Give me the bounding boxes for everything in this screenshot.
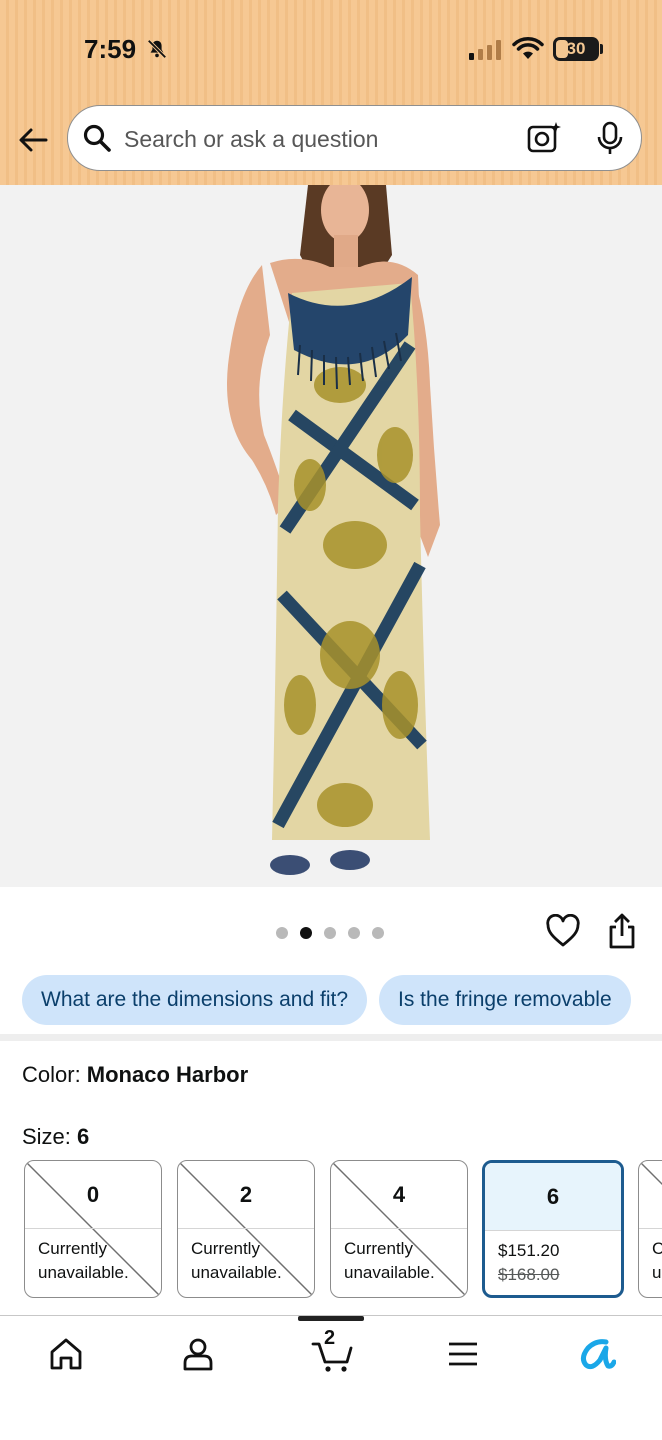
battery-icon: 30 <box>553 37 599 61</box>
size-selection: Size: 6 <box>22 1124 89 1150</box>
account-icon[interactable] <box>178 1334 218 1374</box>
cellular-signal-icon <box>469 40 501 60</box>
size-tile-4[interactable]: 4 Currently unavailable. <box>330 1160 468 1298</box>
pagination-dot-active[interactable] <box>300 927 312 939</box>
dress-model-illustration <box>227 185 440 875</box>
availability-line2: unavailable. <box>191 1263 282 1282</box>
pagination-dot[interactable] <box>276 927 288 939</box>
menu-icon[interactable] <box>443 1334 483 1374</box>
availability-line1: Currently <box>38 1239 107 1258</box>
microphone-icon[interactable] <box>596 121 624 155</box>
size-options: 0 Currently unavailable. 2 Currently unava… <box>24 1160 662 1298</box>
wifi-icon <box>512 37 544 59</box>
size-value: 6 <box>77 1124 90 1149</box>
size-number: 0 <box>86 1182 100 1207</box>
search-input[interactable] <box>124 124 504 154</box>
availability-line2: u <box>652 1263 662 1282</box>
size-tile-next[interactable]: Cu <box>638 1160 662 1298</box>
size-tile-0[interactable]: 0 Currently unavailable. <box>24 1160 162 1298</box>
size-label: Size: <box>22 1124 78 1149</box>
sale-price: $151.20 <box>498 1241 560 1260</box>
cart-count: 2 <box>324 1327 336 1349</box>
active-tab-indicator <box>298 1316 364 1321</box>
camera-lens-icon[interactable] <box>526 120 562 156</box>
app-header: 7:59 30 <box>0 0 662 185</box>
availability-line1: Currently <box>191 1239 260 1258</box>
size-tile-2[interactable]: 2 Currently unavailable. <box>177 1160 315 1298</box>
heart-icon[interactable] <box>545 914 581 948</box>
availability-line2: unavailable. <box>38 1263 129 1282</box>
size-number: 2 <box>239 1182 253 1207</box>
color-value: Monaco Harbor <box>86 1062 249 1087</box>
availability-line2: unavailable. <box>344 1263 435 1282</box>
pagination-dot[interactable] <box>324 927 336 939</box>
availability-line1: Currently <box>344 1239 413 1258</box>
color-selection: Color: Monaco Harbor <box>22 1062 248 1088</box>
image-pagination-dots[interactable] <box>276 927 384 939</box>
size-tile-6-selected[interactable]: 6 $151.20 $168.00 <box>482 1160 624 1298</box>
battery-level: 30 <box>566 39 586 58</box>
share-icon[interactable] <box>606 912 638 950</box>
question-chip[interactable]: Is the fringe removable <box>379 975 631 1025</box>
size-number: 6 <box>485 1163 621 1230</box>
status-time: 7:59 <box>84 34 137 64</box>
color-label: Color: <box>22 1062 87 1087</box>
search-bar[interactable] <box>67 105 642 171</box>
list-price: $168.00 <box>498 1265 560 1284</box>
size-number: 4 <box>392 1182 406 1207</box>
search-icon <box>83 124 111 152</box>
battery-cap <box>600 44 603 54</box>
pagination-dot[interactable] <box>372 927 384 939</box>
product-image[interactable] <box>0 185 662 887</box>
availability-line1: C <box>652 1237 662 1261</box>
bell-muted-icon <box>147 39 167 59</box>
question-chips: What are the dimensions and fit? Is the f… <box>22 975 662 1025</box>
rufus-ai-icon[interactable] <box>576 1334 616 1374</box>
home-icon[interactable] <box>46 1334 86 1374</box>
size-number <box>639 1161 662 1228</box>
question-chip[interactable]: What are the dimensions and fit? <box>22 975 368 1025</box>
section-divider <box>0 1034 662 1041</box>
back-arrow-icon[interactable] <box>16 122 52 158</box>
pagination-dot[interactable] <box>348 927 360 939</box>
